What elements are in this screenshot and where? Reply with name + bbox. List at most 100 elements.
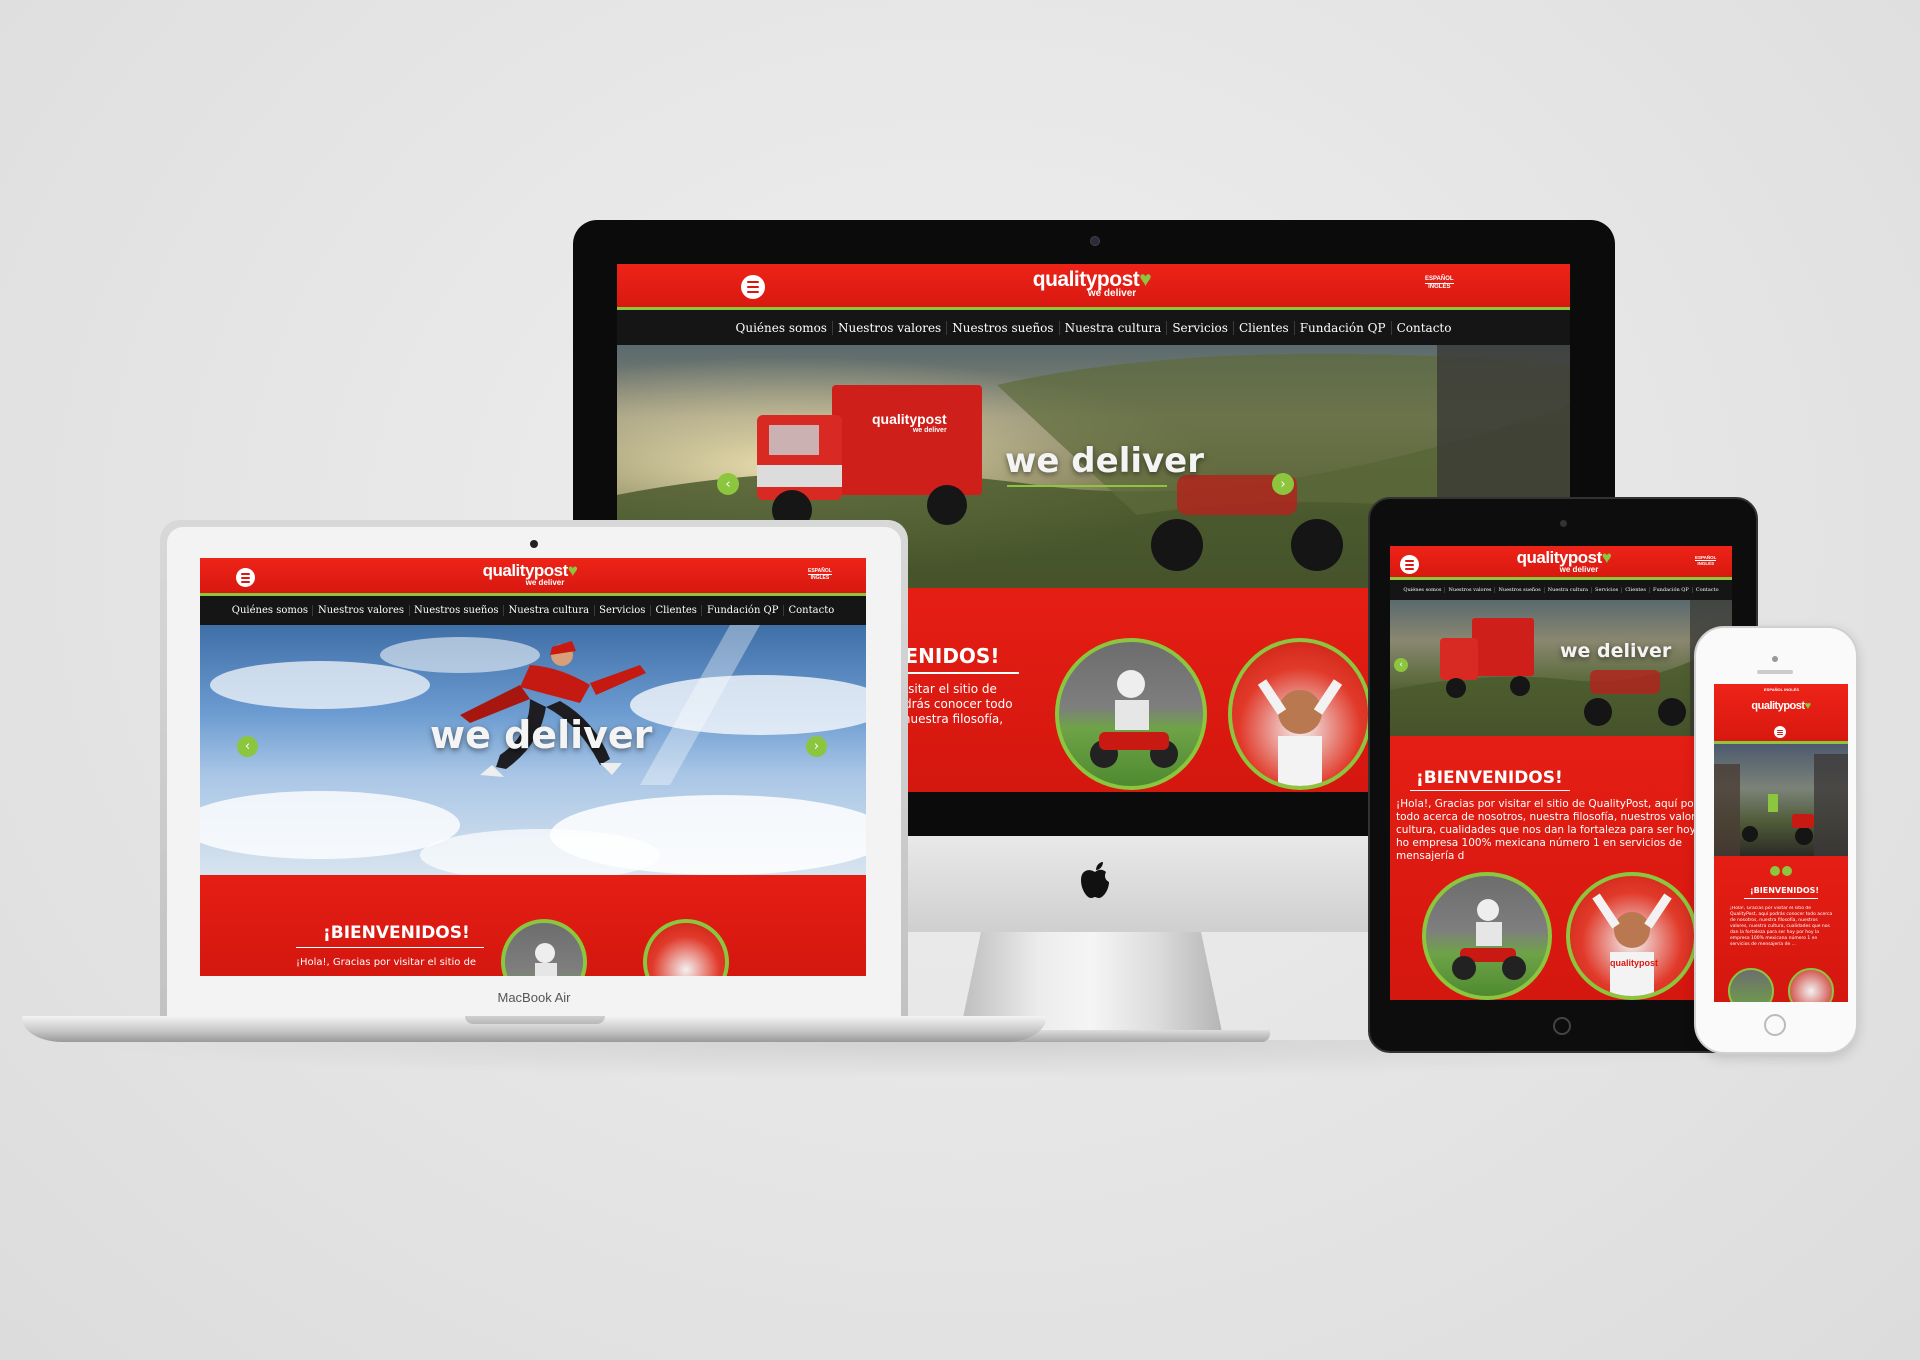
main-nav: Quiénes somos Nuestros valores Nuestros su…: [1390, 580, 1732, 600]
language-switch[interactable]: ESPAÑOL INGLÉS: [1425, 276, 1454, 291]
apple-logo-icon: [1078, 860, 1112, 900]
nav-item-3[interactable]: Nuestra cultura: [1060, 320, 1168, 335]
nav-item-3[interactable]: Nuestra cultura: [504, 605, 595, 616]
hero-truck-scene: [1390, 600, 1732, 736]
nav-item-4[interactable]: Servicios: [1592, 587, 1623, 593]
welcome-section: ¡BIENVENIDOS! ¡Hola!, Gracias por visita…: [1714, 856, 1848, 1002]
badge-logo: qualitypost: [1610, 958, 1659, 968]
nav-item-1[interactable]: Nuestros valores: [313, 605, 410, 616]
nav-item-4[interactable]: Servicios: [595, 605, 651, 616]
lang-en[interactable]: INGLÉS: [1784, 687, 1799, 692]
chevron-left-icon[interactable]: ‹: [717, 473, 739, 495]
chevron-right-icon[interactable]: ›: [806, 736, 827, 757]
photo-courier-motorcycle: [501, 919, 587, 976]
nav-item-2[interactable]: Nuestros sueños: [1495, 587, 1545, 593]
hero-slider: [1714, 744, 1848, 856]
hero-slider: we deliver ‹: [1390, 600, 1732, 736]
chevron-right-icon[interactable]: ›: [1272, 473, 1294, 495]
nav-item-7[interactable]: Contacto: [1693, 587, 1722, 593]
hero-headline: we deliver: [1005, 441, 1205, 481]
site-logo[interactable]: qualitypost ♥ we deliver: [1017, 268, 1167, 299]
heart-icon: ♥: [567, 561, 578, 580]
macbook-screen: qualitypost ♥ we deliver ESPAÑOL INGLÉS Q…: [200, 558, 866, 976]
nav-item-2[interactable]: Nuestros sueños: [410, 605, 504, 616]
nav-item-1[interactable]: Nuestros valores: [833, 320, 948, 335]
hero-slider: we deliver ‹ ›: [200, 625, 866, 875]
lang-en[interactable]: INGLÉS: [811, 575, 830, 581]
nav-item-2[interactable]: Nuestros sueños: [947, 320, 1060, 335]
ipad-camera-icon: [1560, 520, 1567, 527]
welcome-text: ¡Hola!, Gracias por visitar el sitio de: [296, 957, 477, 968]
iphone-screen: ESPAÑOL INGLÉS qualitypost ♥ ¡BIENVENIDOS…: [1714, 684, 1848, 1002]
chevron-left-icon[interactable]: ‹: [1394, 658, 1408, 672]
welcome-title: ¡BIENVENIDOS!: [1750, 886, 1820, 895]
lang-en[interactable]: INGLÉS: [1697, 561, 1714, 566]
nav-item-5[interactable]: Clientes: [651, 605, 703, 616]
site-logo[interactable]: qualitypost ♥: [1736, 700, 1826, 712]
site-header: ESPAÑOL INGLÉS qualitypost ♥: [1714, 684, 1848, 744]
iphone-speaker: [1757, 670, 1793, 674]
welcome-title: ¡BIENVENIDOS!: [323, 923, 470, 943]
nav-item-1[interactable]: Nuestros valores: [1445, 587, 1496, 593]
hero-headline: we deliver: [430, 713, 653, 757]
nav-item-0[interactable]: Quiénes somos: [227, 605, 314, 616]
nav-item-7[interactable]: Contacto: [1392, 321, 1457, 335]
ipad-screen: qualitypost ♥ we deliver ESPAÑOL INGLÉS Q…: [1390, 546, 1732, 1000]
nav-item-4[interactable]: Servicios: [1167, 320, 1234, 335]
menu-icon[interactable]: [741, 275, 765, 299]
hero-headline: we deliver: [1560, 640, 1672, 662]
nav-item-5[interactable]: Clientes: [1234, 320, 1295, 335]
lang-es[interactable]: ESPAÑOL: [1695, 555, 1716, 560]
main-nav: Quiénes somos Nuestros valores Nuestros su…: [617, 310, 1570, 345]
menu-icon[interactable]: [1774, 726, 1786, 738]
site-logo[interactable]: qualitypost ♥ we deliver: [1502, 548, 1626, 574]
nav-item-6[interactable]: Fundación QP: [1650, 587, 1693, 593]
chevron-left-icon[interactable]: ‹: [237, 736, 258, 757]
lang-es[interactable]: ESPAÑOL: [1425, 276, 1454, 282]
hero-headline-underline: [1007, 485, 1167, 487]
welcome-underline: [889, 672, 1019, 674]
photo-courier-motorcycle: [1728, 968, 1774, 1002]
site-logo[interactable]: qualitypost ♥ we deliver: [468, 561, 592, 587]
site-header: qualitypost ♥ we deliver ESPAÑOL INGLÉS: [1390, 546, 1732, 580]
truck-logo: qualitypost we deliver: [872, 411, 947, 434]
welcome-underline: [1744, 898, 1818, 899]
welcome-section: ¡BIENVENIDOS! ¡Hola!, Gracias por visita…: [200, 875, 866, 976]
photo-team-cheering: [643, 919, 729, 976]
lang-es[interactable]: ESPAÑOL: [808, 568, 832, 574]
logo-brand: qualitypost: [1751, 700, 1805, 712]
photo-courier-motorcycle: [1422, 872, 1552, 1000]
menu-icon[interactable]: [236, 568, 255, 587]
macbook-notch: [465, 1016, 605, 1024]
nav-item-0[interactable]: Quiénes somos: [1400, 587, 1446, 593]
heart-icon: ♥: [1804, 700, 1812, 712]
welcome-underline: [296, 947, 484, 948]
heart-icon: ♥: [1139, 268, 1152, 291]
photo-team-cheering: [1788, 968, 1834, 1002]
menu-icon[interactable]: [1400, 555, 1419, 574]
lang-es[interactable]: ESPAÑOL: [1764, 687, 1783, 692]
nav-item-5[interactable]: Clientes: [1622, 587, 1650, 593]
photo-team-cheering: [1228, 638, 1372, 790]
nav-item-0[interactable]: Quiénes somos: [731, 320, 833, 335]
macbook-label: MacBook Air: [497, 990, 571, 1005]
home-button-icon[interactable]: [1553, 1017, 1571, 1035]
iphone-home-button-icon[interactable]: [1764, 1014, 1786, 1036]
lang-en[interactable]: INGLÉS: [1428, 284, 1450, 290]
language-switch[interactable]: ESPAÑOL INGLÉS: [1764, 687, 1799, 693]
nav-item-6[interactable]: Fundación QP: [1295, 320, 1392, 335]
photo-team-cheering: qualitypost: [1566, 872, 1698, 1000]
main-nav: Quiénes somos Nuestros valores Nuestros su…: [200, 596, 866, 625]
welcome-text: r visitar el sitio de podrás conocer tod…: [889, 682, 1013, 726]
macbook-camera-icon: [530, 540, 538, 548]
welcome-text: ¡Hola!, Gracias por visitar el sitio de …: [1396, 798, 1728, 862]
nav-item-3[interactable]: Nuestra cultura: [1545, 587, 1593, 593]
iphone-camera-icon: [1772, 656, 1778, 662]
nav-item-7[interactable]: Contacto: [784, 605, 839, 616]
language-switch[interactable]: ESPAÑOL INGLÉS: [1695, 555, 1717, 567]
language-switch[interactable]: ESPAÑOL INGLÉS: [808, 568, 832, 581]
hero-moto-scene: [1714, 754, 1848, 856]
welcome-text: ¡Hola!, Gracias por visitar el sitio de …: [1730, 906, 1833, 947]
heart-icon: ♥: [1601, 548, 1612, 567]
nav-item-6[interactable]: Fundación QP: [702, 605, 784, 616]
